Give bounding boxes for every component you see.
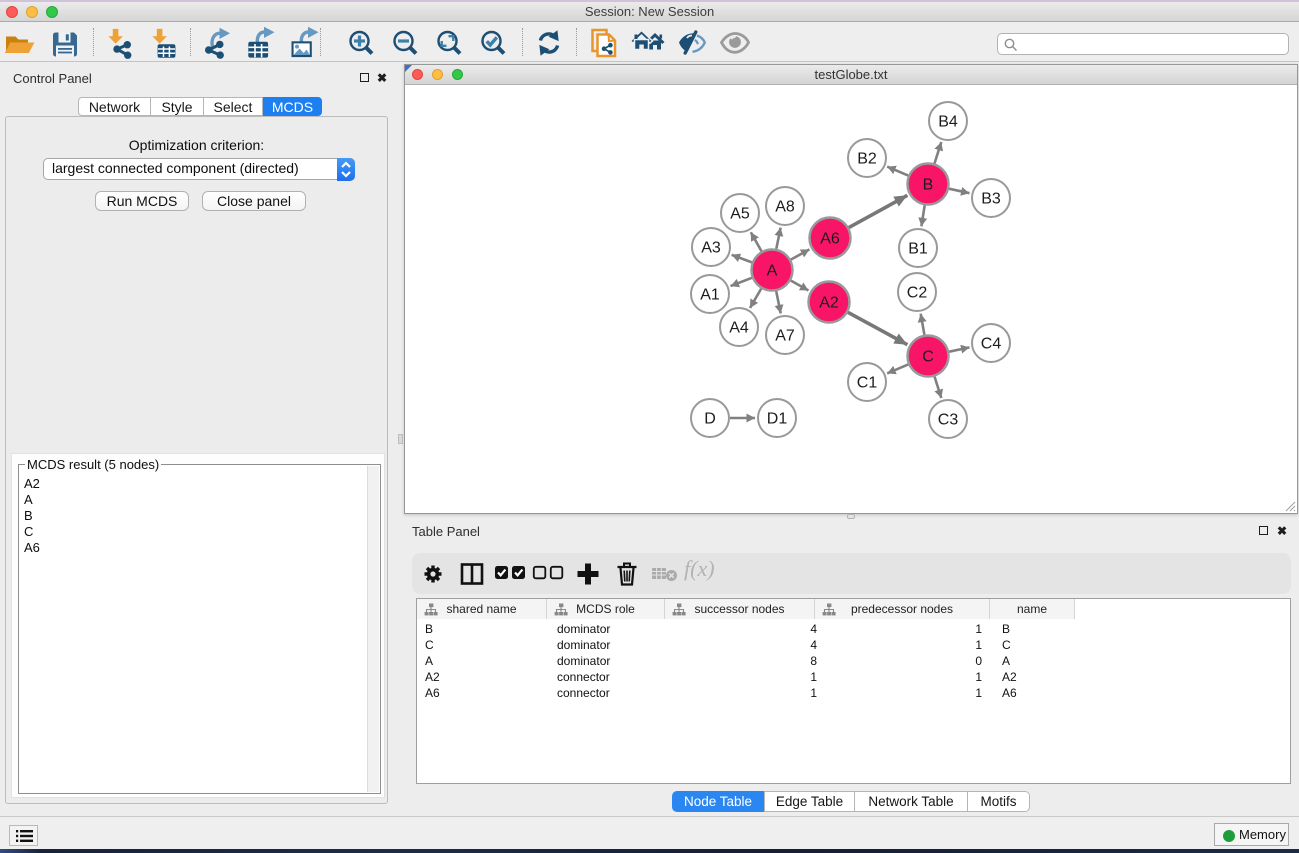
svg-text:B: B — [923, 177, 934, 194]
svg-text:A7: A7 — [775, 328, 795, 345]
svg-text:B2: B2 — [857, 151, 877, 168]
svg-text:B1: B1 — [908, 241, 928, 258]
svg-text:C1: C1 — [857, 375, 878, 392]
svg-text:C4: C4 — [981, 336, 1002, 353]
svg-text:A3: A3 — [701, 240, 721, 257]
svg-text:A6: A6 — [820, 231, 840, 248]
svg-text:A: A — [767, 263, 778, 280]
svg-text:B3: B3 — [981, 191, 1001, 208]
svg-text:D: D — [704, 411, 716, 428]
svg-text:A4: A4 — [729, 320, 749, 337]
svg-text:C3: C3 — [938, 412, 959, 429]
svg-text:D1: D1 — [767, 411, 788, 428]
svg-text:A2: A2 — [819, 295, 839, 312]
svg-text:A8: A8 — [775, 199, 795, 216]
svg-text:C: C — [922, 349, 934, 366]
svg-text:A1: A1 — [700, 287, 720, 304]
svg-text:A5: A5 — [730, 206, 750, 223]
svg-text:B4: B4 — [938, 114, 958, 131]
svg-text:C2: C2 — [907, 285, 928, 302]
